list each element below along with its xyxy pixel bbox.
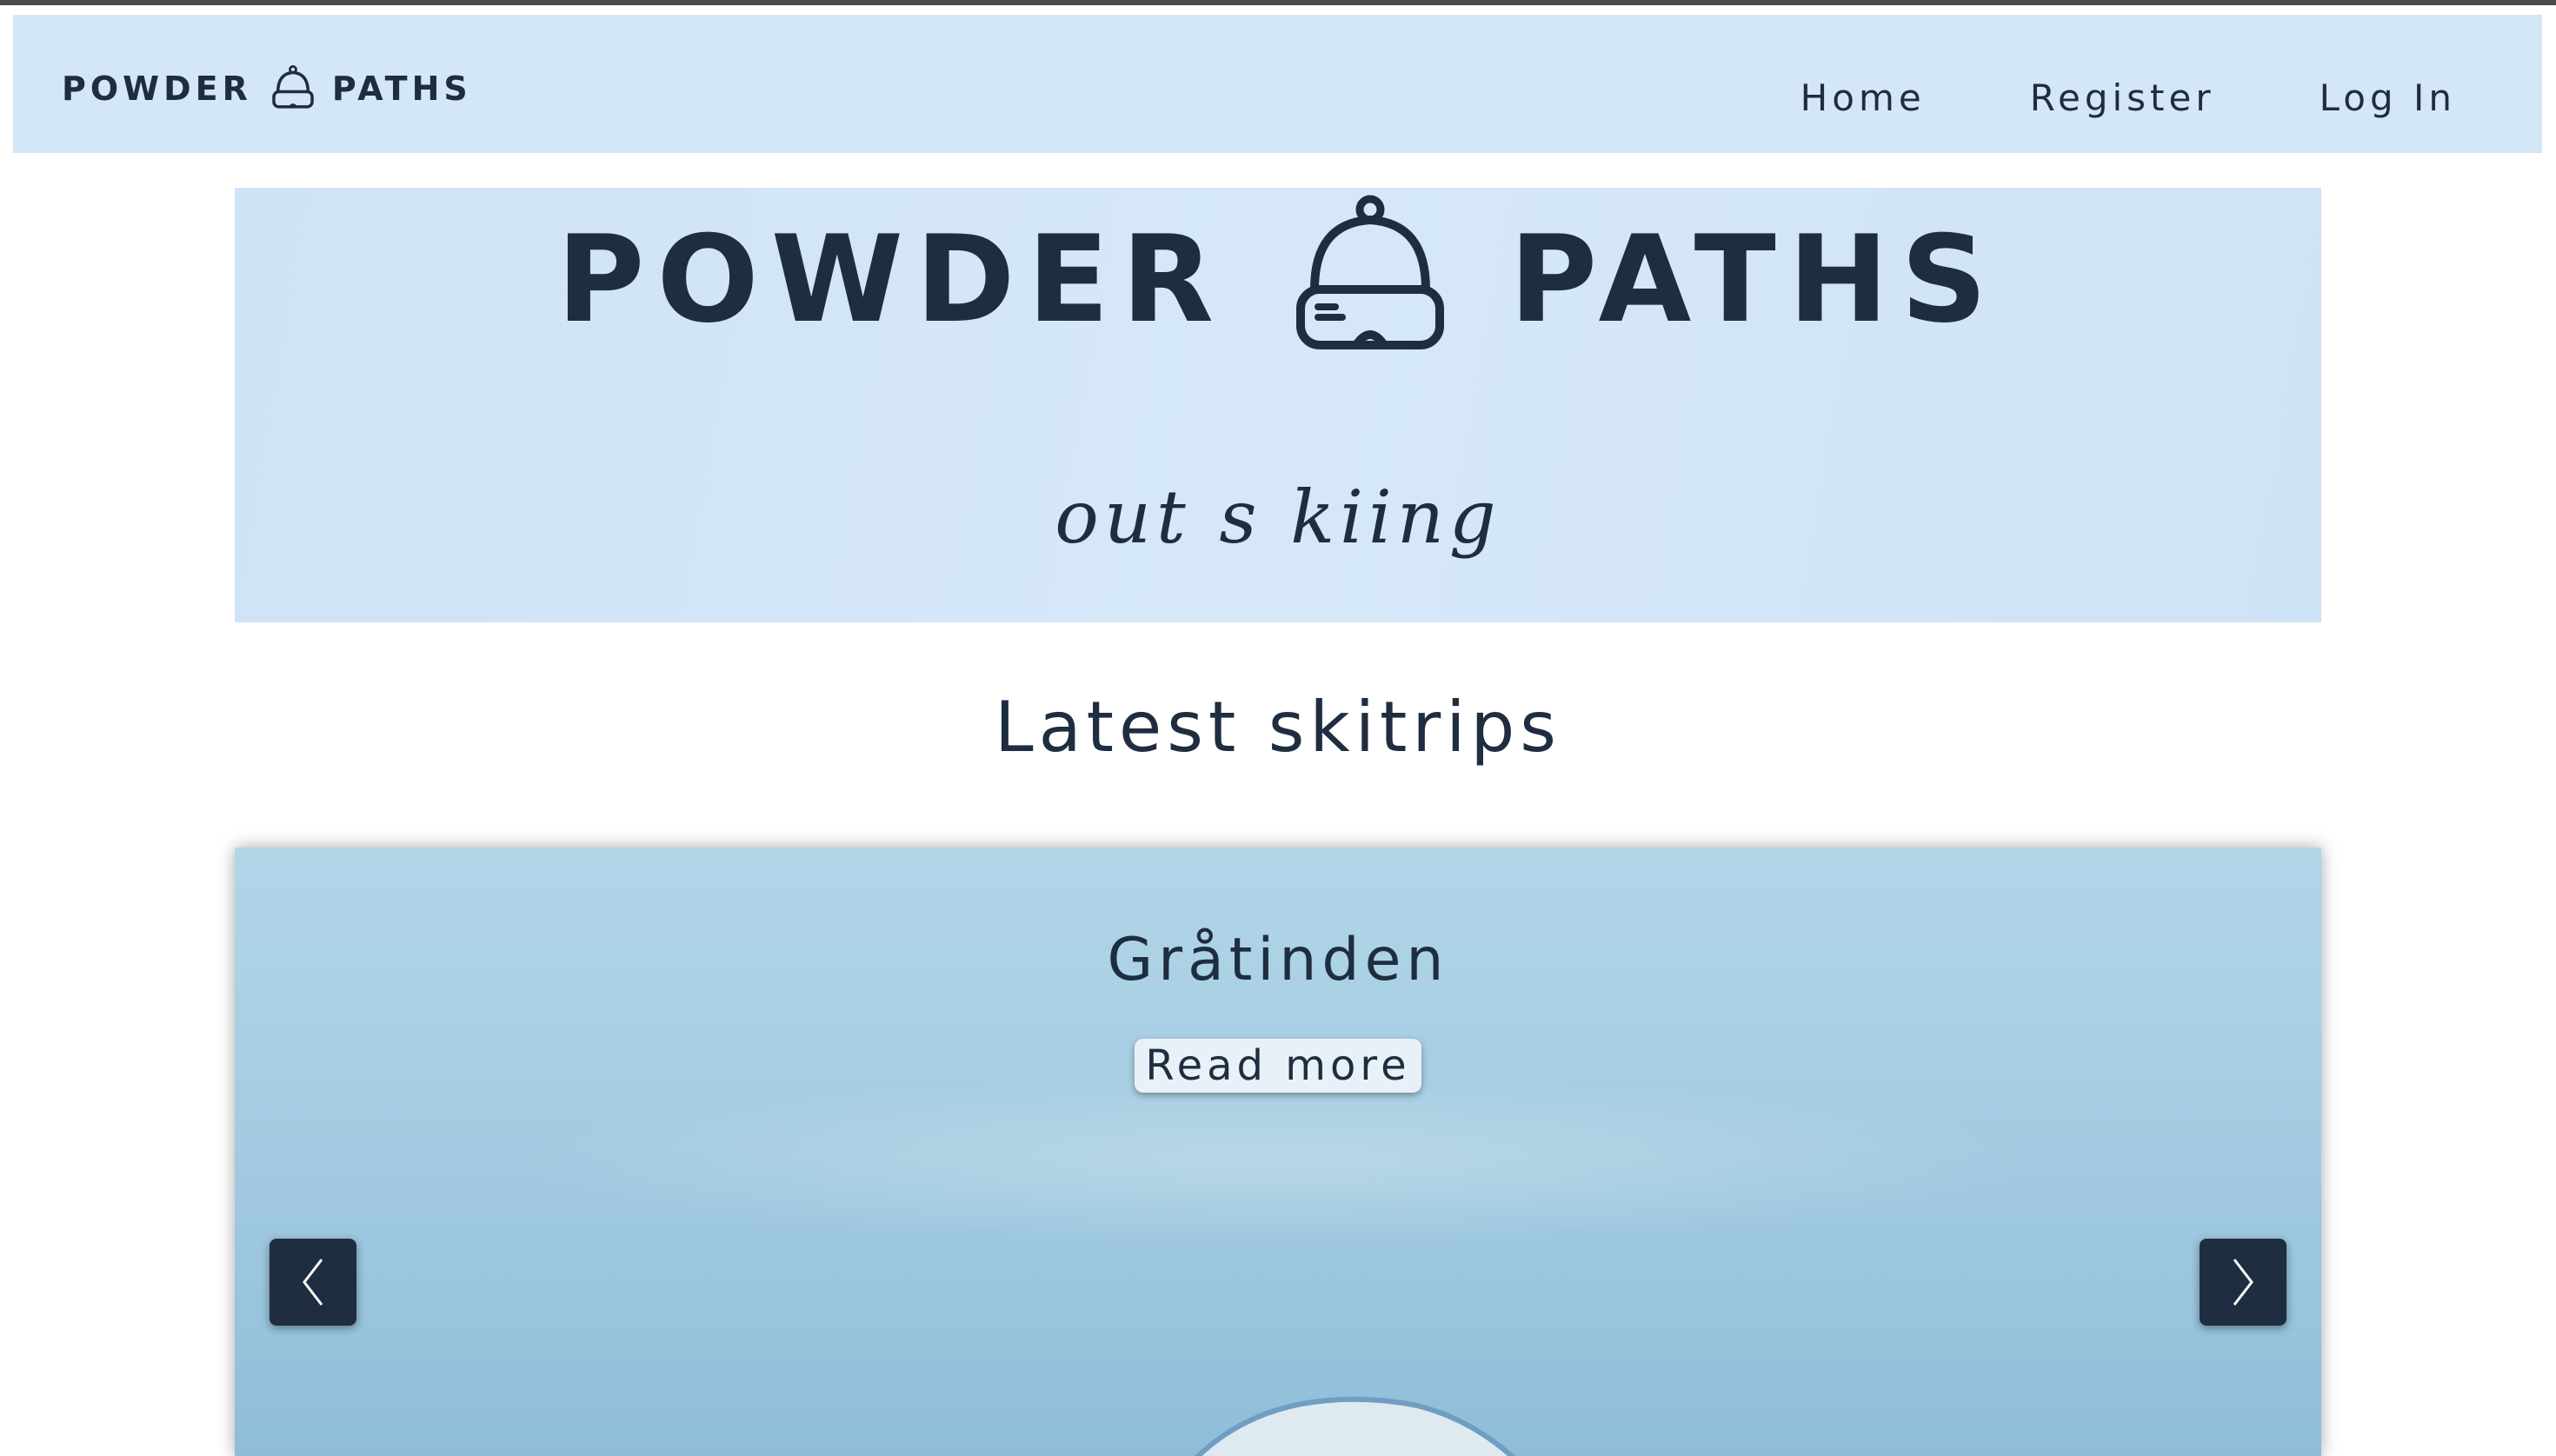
hero-tagline: out s kiing <box>1055 475 1501 560</box>
hero-title-left: POWDER <box>556 209 1227 349</box>
nav-link-home[interactable]: Home <box>1801 76 1926 119</box>
hero-title: POWDER PATHS <box>235 188 2321 370</box>
nav-link-register[interactable]: Register <box>2030 76 2215 119</box>
nav-logo[interactable]: POWDER PATHS <box>62 58 472 119</box>
slide-background-image <box>496 1074 2060 1247</box>
mountain-peak-image <box>1195 1396 1516 1456</box>
chevron-right-icon <box>2233 1259 2253 1306</box>
trip-carousel: Gråtinden Read more <box>235 848 2321 1456</box>
nav-link-login[interactable]: Log In <box>2320 76 2456 119</box>
nav-links: Home Register Log In <box>1696 58 2456 136</box>
ski-helmet-goggles-icon <box>272 65 314 109</box>
navbar: POWDER PATHS Home Register Log In <box>13 15 2542 153</box>
carousel-prev-button[interactable] <box>270 1239 356 1326</box>
nav-logo-word-left: POWDER <box>62 70 252 108</box>
hero-banner: POWDER PATHS out s kiing <box>235 188 2321 622</box>
hero-title-right: PATHS <box>1509 209 2000 349</box>
section-heading: Latest skitrips <box>995 687 1561 768</box>
top-border <box>0 0 2556 5</box>
read-more-button[interactable]: Read more <box>1135 1039 1421 1093</box>
nav-logo-word-right: PATHS <box>331 70 472 108</box>
ski-helmet-goggles-icon <box>1296 195 1445 349</box>
carousel-next-button[interactable] <box>2200 1239 2286 1326</box>
chevron-left-icon <box>303 1259 323 1306</box>
slide-title: Gråtinden <box>1107 926 1449 994</box>
